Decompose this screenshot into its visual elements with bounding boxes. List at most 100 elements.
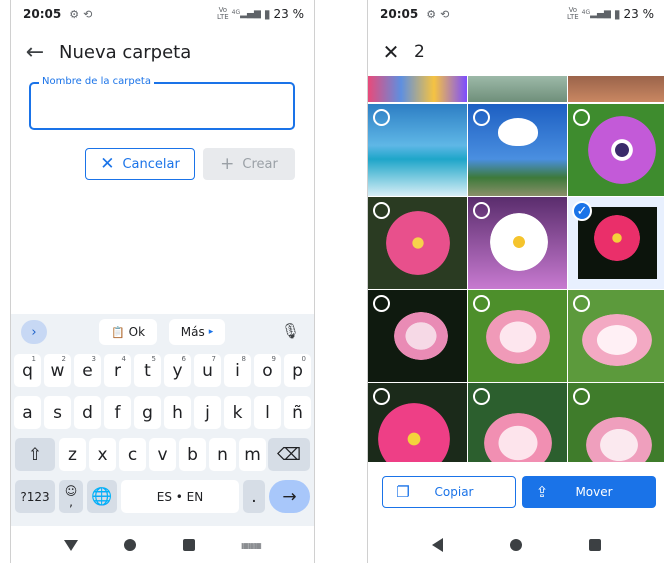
key-n[interactable]: n (209, 438, 236, 471)
app-bar: ← Nueva carpeta (11, 32, 314, 72)
shift-key[interactable]: ⇧ (15, 438, 55, 471)
photo-tile-selected[interactable]: ✓ (568, 197, 664, 289)
select-circle[interactable] (373, 388, 390, 405)
suggestion-chip-more[interactable]: Más ▸ (169, 319, 225, 345)
sync-icon: ⟲ (83, 7, 93, 21)
photo-tile[interactable] (568, 290, 664, 382)
copy-button[interactable]: ❐ Copiar (382, 476, 516, 508)
photo-tile[interactable] (368, 197, 467, 289)
key-i[interactable]: i8 (224, 354, 251, 387)
photo-tile[interactable] (468, 197, 567, 289)
key-v[interactable]: v (149, 438, 176, 471)
emoji-key[interactable]: ☺ , (59, 480, 83, 513)
select-circle[interactable] (573, 388, 590, 405)
key-j[interactable]: j (194, 396, 221, 429)
nav-back-icon[interactable] (64, 539, 79, 551)
key-x[interactable]: x (89, 438, 116, 471)
flower-shape (594, 215, 640, 261)
key-f[interactable]: f (104, 396, 131, 429)
select-circle[interactable] (473, 295, 490, 312)
folder-name-field[interactable]: Nombre de la carpeta (29, 76, 295, 130)
new-folder-screen: 20:05 ⚙ ⟲ Vo LTE 4G▂▄▆ ▮ 23 % ← Nueva car… (10, 0, 315, 563)
flower-shape (486, 310, 550, 364)
photo-tile[interactable] (468, 290, 567, 382)
microphone-icon[interactable]: 🎙 (281, 322, 300, 340)
photo-tile[interactable] (568, 383, 664, 462)
select-circle[interactable] (473, 109, 490, 126)
checkmark-icon[interactable]: ✓ (572, 201, 592, 221)
enter-key[interactable]: → (269, 480, 310, 513)
chevron-right-icon[interactable]: › (21, 320, 47, 344)
photo-tile[interactable] (468, 383, 567, 462)
key-g[interactable]: g (134, 396, 161, 429)
cloud-heart-shape (498, 118, 538, 146)
suggestion-strip: › 📋 Ok Más ▸ 🎙 (11, 314, 314, 350)
create-button[interactable]: + Crear (203, 148, 295, 180)
photo-tile[interactable] (568, 76, 664, 102)
move-button[interactable]: ⇪ Mover (522, 476, 656, 508)
keyboard-row-2: asdfghjklñ (11, 396, 314, 432)
close-icon[interactable]: ✕ (368, 40, 414, 64)
photo-picker-screen: 20:05 ⚙ ⟲ Vo LTE 4G▂▄▆ ▮ 23 % ✕ 2 ✓ ❐ Co… (367, 0, 664, 563)
photo-tile[interactable] (568, 104, 664, 196)
photo-tile[interactable] (468, 76, 567, 102)
key-l[interactable]: l (254, 396, 281, 429)
key-e[interactable]: e3 (74, 354, 101, 387)
nav-recents-icon[interactable] (588, 539, 601, 551)
folder-name-label: Nombre de la carpeta (39, 76, 154, 87)
select-circle[interactable] (373, 295, 390, 312)
key-r[interactable]: r4 (104, 354, 131, 387)
key-a[interactable]: a (14, 396, 41, 429)
nav-home-icon[interactable] (124, 539, 137, 551)
photo-tile[interactable] (368, 76, 467, 102)
move-label: Mover (575, 485, 613, 499)
status-bar: 20:05 ⚙ ⟲ Vo LTE 4G▂▄▆ ▮ 23 % (11, 0, 314, 28)
globe-key[interactable]: 🌐 (87, 480, 117, 513)
keyboard-icon[interactable]: ▦▦▦ (241, 541, 262, 550)
backspace-key[interactable]: ⌫ (268, 438, 310, 471)
photo-tile[interactable] (468, 104, 567, 196)
move-folder-icon: ⇪ (535, 483, 549, 501)
flower-shape (484, 413, 552, 462)
key-s[interactable]: s (44, 396, 71, 429)
navigation-bar: ▦▦▦ (11, 527, 314, 563)
cancel-button[interactable]: ✕ Cancelar (85, 148, 195, 180)
key-y[interactable]: y6 (164, 354, 191, 387)
key-z[interactable]: z (59, 438, 86, 471)
key-u[interactable]: u7 (194, 354, 221, 387)
space-key[interactable]: ES • EN (121, 480, 239, 513)
flower-shape (586, 417, 652, 462)
selection-count: 2 (414, 42, 425, 62)
arrow-left-icon[interactable]: ← (11, 40, 59, 65)
photo-tile[interactable] (368, 290, 467, 382)
key-h[interactable]: h (164, 396, 191, 429)
folder-name-input[interactable] (37, 90, 287, 122)
key-k[interactable]: k (224, 396, 251, 429)
key-b[interactable]: b (179, 438, 206, 471)
photo-tile[interactable] (368, 104, 467, 196)
key-o[interactable]: o9 (254, 354, 281, 387)
key-p[interactable]: p0 (284, 354, 311, 387)
photo-tile[interactable] (368, 383, 467, 462)
key-m[interactable]: m (239, 438, 266, 471)
lte-indicator: Vo LTE (217, 6, 229, 21)
key-t[interactable]: t5 (134, 354, 161, 387)
select-circle[interactable] (473, 388, 490, 405)
nav-home-icon[interactable] (509, 539, 522, 551)
select-circle[interactable] (373, 109, 390, 126)
chevron-right-icon: ▸ (208, 327, 214, 337)
nav-back-icon[interactable] (431, 538, 443, 552)
symbols-key[interactable]: ?123 (15, 480, 55, 513)
key-d[interactable]: d (74, 396, 101, 429)
period-key[interactable]: . (243, 480, 265, 513)
key-q[interactable]: q1 (14, 354, 41, 387)
select-circle[interactable] (373, 202, 390, 219)
key-w[interactable]: w2 (44, 354, 71, 387)
key-ñ[interactable]: ñ (284, 396, 311, 429)
select-circle[interactable] (573, 295, 590, 312)
nav-recents-icon[interactable] (182, 539, 195, 551)
select-circle[interactable] (573, 109, 590, 126)
suggestion-chip-ok[interactable]: 📋 Ok (99, 319, 157, 345)
key-c[interactable]: c (119, 438, 146, 471)
select-circle[interactable] (473, 202, 490, 219)
